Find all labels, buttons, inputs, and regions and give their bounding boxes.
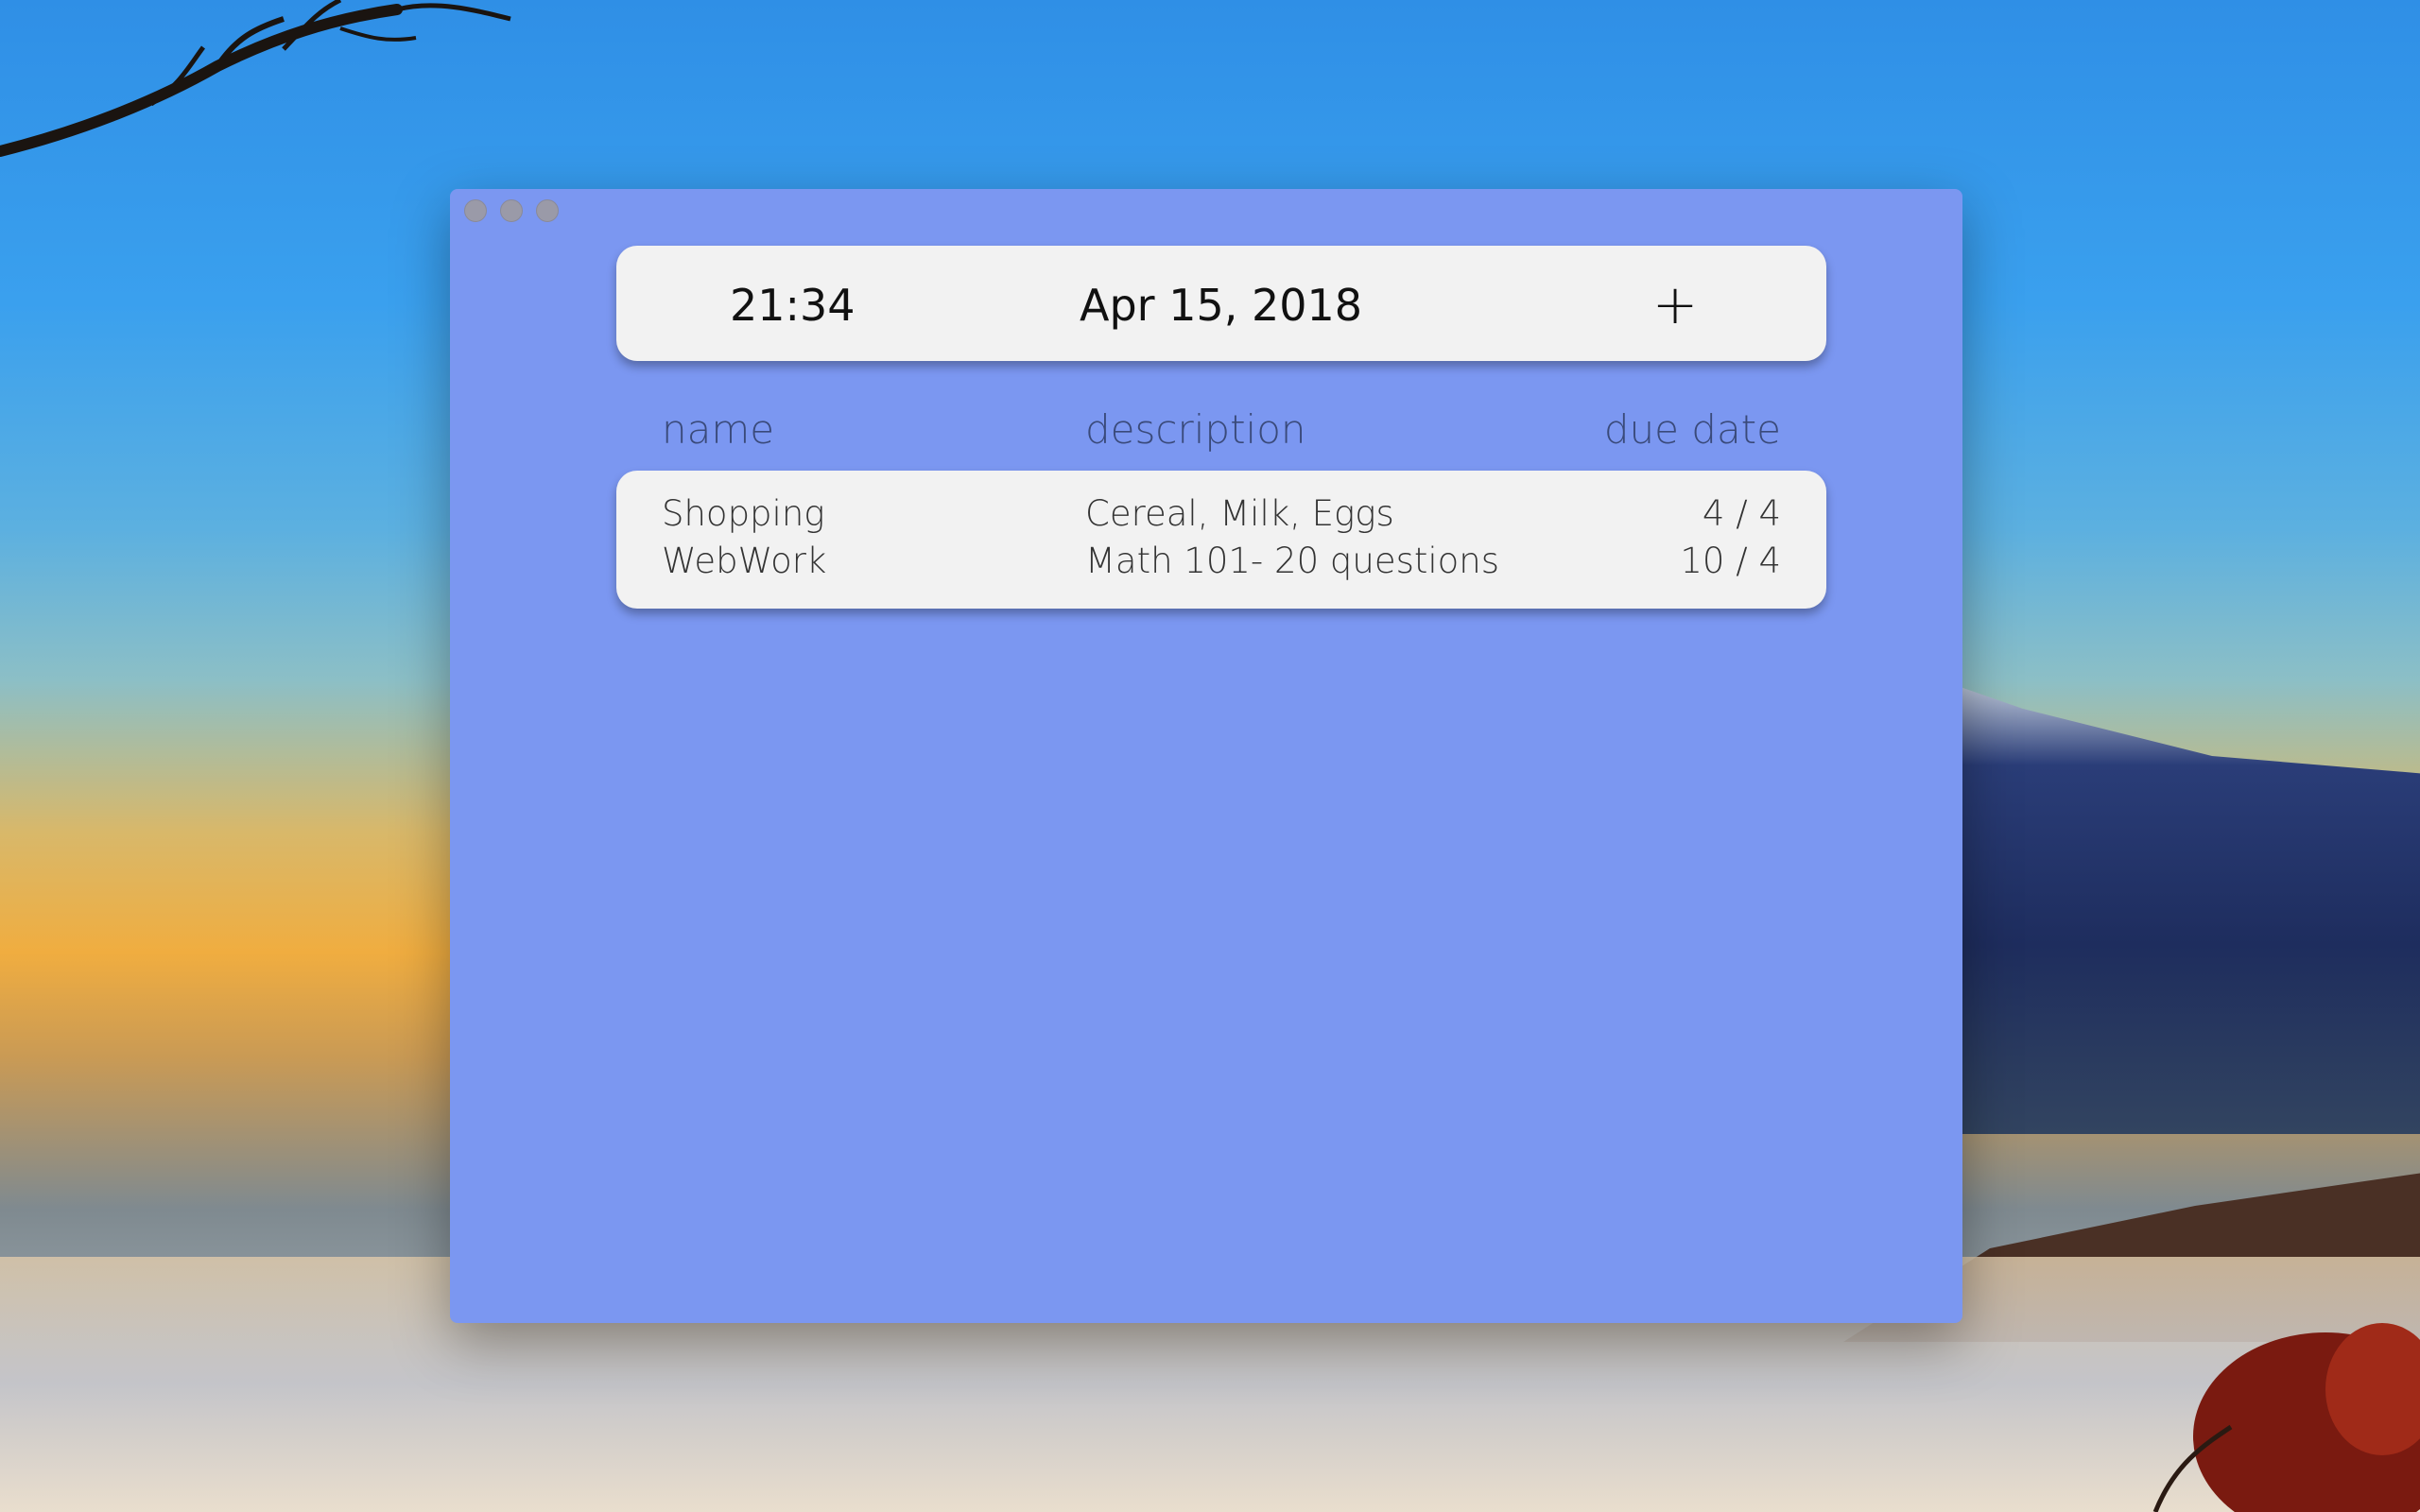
task-description: Cereal, Milk, Eggs <box>1085 493 1394 534</box>
close-window-button[interactable] <box>464 199 487 222</box>
current-time: 21:34 <box>730 280 856 331</box>
add-task-button[interactable]: + <box>1645 266 1705 342</box>
header-bar: 21:34 Apr 15, 2018 + <box>616 246 1826 361</box>
column-header-description: description <box>1085 406 1306 453</box>
task-row[interactable]: Shopping Cereal, Milk, Eggs 4 / 4 <box>616 493 1826 541</box>
task-due-date: 10 / 4 <box>1680 541 1781 581</box>
column-header-name: name <box>662 406 775 453</box>
task-row[interactable]: WebWork Math 101- 20 questions 10 / 4 <box>616 541 1826 588</box>
column-headers: name description due date <box>616 406 1826 463</box>
current-date: Apr 15, 2018 <box>1080 280 1363 331</box>
app-window: 21:34 Apr 15, 2018 + name description du… <box>450 189 1962 1323</box>
task-due-date: 4 / 4 <box>1702 493 1781 534</box>
task-list: Shopping Cereal, Milk, Eggs 4 / 4 WebWor… <box>616 471 1826 609</box>
task-name: Shopping <box>662 493 825 534</box>
column-header-due-date: due date <box>1603 406 1781 453</box>
window-controls <box>464 199 559 222</box>
maximize-window-button[interactable] <box>536 199 559 222</box>
tree-branch-image <box>0 0 511 157</box>
minimize-window-button[interactable] <box>500 199 523 222</box>
task-description: Math 101- 20 questions <box>1085 541 1500 581</box>
autumn-bush-image <box>2152 1323 2420 1512</box>
task-name: WebWork <box>662 541 827 581</box>
